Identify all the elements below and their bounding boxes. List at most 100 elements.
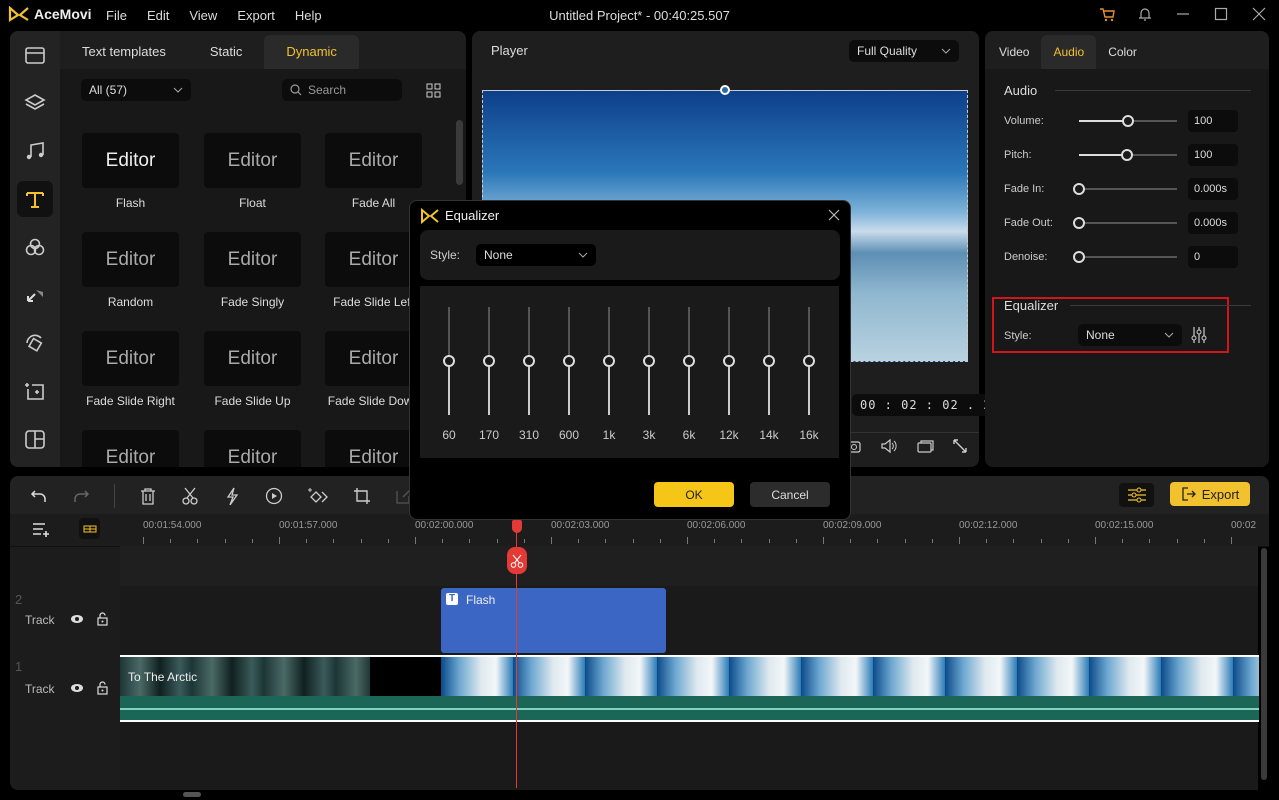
sidebar-item-layers[interactable] xyxy=(10,79,60,127)
template-item[interactable]: Editor Random xyxy=(82,232,179,309)
slider-knob[interactable] xyxy=(1073,183,1085,195)
eye-icon[interactable] xyxy=(70,683,84,693)
sidebar-item-transitions[interactable] xyxy=(10,271,60,319)
eq-band-knob[interactable] xyxy=(763,355,775,367)
eq-band-knob[interactable] xyxy=(443,355,455,367)
sidebar-item-media[interactable] xyxy=(10,31,60,79)
ok-button[interactable]: OK xyxy=(654,482,734,507)
timeline-vertical-scrollbar[interactable] xyxy=(1261,548,1267,780)
tab-text-templates[interactable]: Text templates xyxy=(60,35,188,69)
template-item[interactable]: Editor Float xyxy=(204,133,301,210)
cancel-button[interactable]: Cancel xyxy=(750,482,830,507)
sidebar-item-music[interactable] xyxy=(10,127,60,175)
slider-knob[interactable] xyxy=(1121,149,1134,161)
property-value-input[interactable]: 0.000s xyxy=(1188,212,1238,234)
text-clip[interactable]: T Flash xyxy=(441,588,666,653)
delete-icon[interactable] xyxy=(139,487,157,505)
eq-band-knob[interactable] xyxy=(643,355,655,367)
crop-icon[interactable] xyxy=(353,487,371,505)
property-value-input[interactable]: 0.000s xyxy=(1188,178,1238,200)
library-scrollbar[interactable] xyxy=(456,120,463,185)
tab-color[interactable]: Color xyxy=(1096,35,1149,69)
tab-video[interactable]: Video xyxy=(987,35,1041,69)
sidebar-item-split-screen[interactable] xyxy=(10,415,60,463)
minimize-icon[interactable] xyxy=(1175,6,1191,22)
sidebar-item-filters[interactable] xyxy=(10,223,60,271)
eq-band-knob[interactable] xyxy=(803,355,815,367)
dialog-style-dropdown[interactable]: None xyxy=(476,244,596,266)
eq-band-knob[interactable] xyxy=(603,355,615,367)
menu-help[interactable]: Help xyxy=(295,8,322,23)
menu-edit[interactable]: Edit xyxy=(147,8,169,23)
property-slider[interactable] xyxy=(1079,222,1177,224)
tab-audio[interactable]: Audio xyxy=(1041,35,1097,69)
speed-icon[interactable] xyxy=(223,487,241,505)
video-clip[interactable]: To The Arctic xyxy=(120,655,1259,722)
eq-band-knob[interactable] xyxy=(683,355,695,367)
search-input[interactable]: Search xyxy=(282,79,402,101)
sidebar-item-elements[interactable] xyxy=(10,367,60,415)
property-value-input[interactable]: 100 xyxy=(1188,144,1238,166)
eye-icon[interactable] xyxy=(70,614,84,624)
fullscreen-icon[interactable] xyxy=(952,438,968,454)
tab-dynamic[interactable]: Dynamic xyxy=(264,35,359,69)
lock-icon[interactable] xyxy=(97,681,108,695)
tab-static[interactable]: Static xyxy=(188,35,265,69)
menu-file[interactable]: File xyxy=(106,8,127,23)
property-value-input[interactable]: 0 xyxy=(1188,246,1238,268)
ruler-tick xyxy=(904,539,906,543)
resize-handle[interactable] xyxy=(720,85,730,95)
sidebar-item-animations[interactable] xyxy=(10,319,60,367)
quality-dropdown[interactable]: Full Quality xyxy=(849,40,959,62)
menu-view[interactable]: View xyxy=(189,8,217,23)
eq-band-knob[interactable] xyxy=(723,355,735,367)
equalizer-style-dropdown[interactable]: None xyxy=(1078,324,1182,346)
dialog-close-icon[interactable] xyxy=(828,209,840,221)
filter-dropdown[interactable]: All (57) xyxy=(81,79,191,101)
sidebar-item-text[interactable] xyxy=(10,175,60,223)
template-item[interactable]: Editor Fade Slide Down xyxy=(325,331,422,408)
add-track-icon[interactable] xyxy=(32,521,52,537)
play-speed-icon[interactable] xyxy=(265,487,283,505)
split-at-playhead-button[interactable] xyxy=(507,547,527,574)
cut-icon[interactable] xyxy=(181,487,199,505)
template-item[interactable]: Editor xyxy=(82,430,179,467)
export-button[interactable]: Export xyxy=(1170,482,1250,506)
template-item[interactable]: Editor xyxy=(325,430,422,467)
style-label: Style: xyxy=(1004,330,1032,342)
slider-knob[interactable] xyxy=(1073,251,1085,263)
property-label: Volume: xyxy=(1004,115,1044,127)
settings-button[interactable] xyxy=(1119,483,1154,507)
volume-icon[interactable] xyxy=(880,438,898,454)
property-slider[interactable] xyxy=(1079,188,1177,190)
template-item[interactable]: Editor Fade All xyxy=(325,133,422,210)
template-item[interactable]: Editor Flash xyxy=(82,133,179,210)
template-item[interactable]: Editor Fade Slide Right xyxy=(82,331,179,408)
snap-toggle[interactable] xyxy=(79,518,100,539)
eq-band-knob[interactable] xyxy=(563,355,575,367)
playhead-handle[interactable] xyxy=(512,520,522,533)
keyframe-icon[interactable] xyxy=(307,487,329,505)
grid-view-icon[interactable] xyxy=(426,83,441,98)
undo-icon[interactable] xyxy=(30,487,48,505)
template-item[interactable]: Editor xyxy=(204,430,301,467)
timeline-horizontal-scrollbar[interactable] xyxy=(183,792,201,797)
close-icon[interactable] xyxy=(1251,6,1267,22)
lock-icon[interactable] xyxy=(97,612,108,626)
cart-icon[interactable] xyxy=(1099,6,1115,22)
bell-icon[interactable] xyxy=(1137,6,1153,22)
eq-band-knob[interactable] xyxy=(523,355,535,367)
redo-icon[interactable] xyxy=(72,487,90,505)
equalizer-settings-icon[interactable] xyxy=(1191,326,1207,344)
eq-band-knob[interactable] xyxy=(483,355,495,367)
menu-export[interactable]: Export xyxy=(237,8,275,23)
maximize-icon[interactable] xyxy=(1213,6,1229,22)
template-item[interactable]: Editor Fade Singly xyxy=(204,232,301,309)
slider-knob[interactable] xyxy=(1073,217,1085,229)
template-item[interactable]: Editor Fade Slide Up xyxy=(204,331,301,408)
property-value-input[interactable]: 100 xyxy=(1188,110,1238,132)
slider-knob[interactable] xyxy=(1122,115,1134,127)
property-slider[interactable] xyxy=(1079,256,1177,258)
template-item[interactable]: Editor Fade Slide Left xyxy=(325,232,422,309)
pip-icon[interactable] xyxy=(916,438,934,454)
